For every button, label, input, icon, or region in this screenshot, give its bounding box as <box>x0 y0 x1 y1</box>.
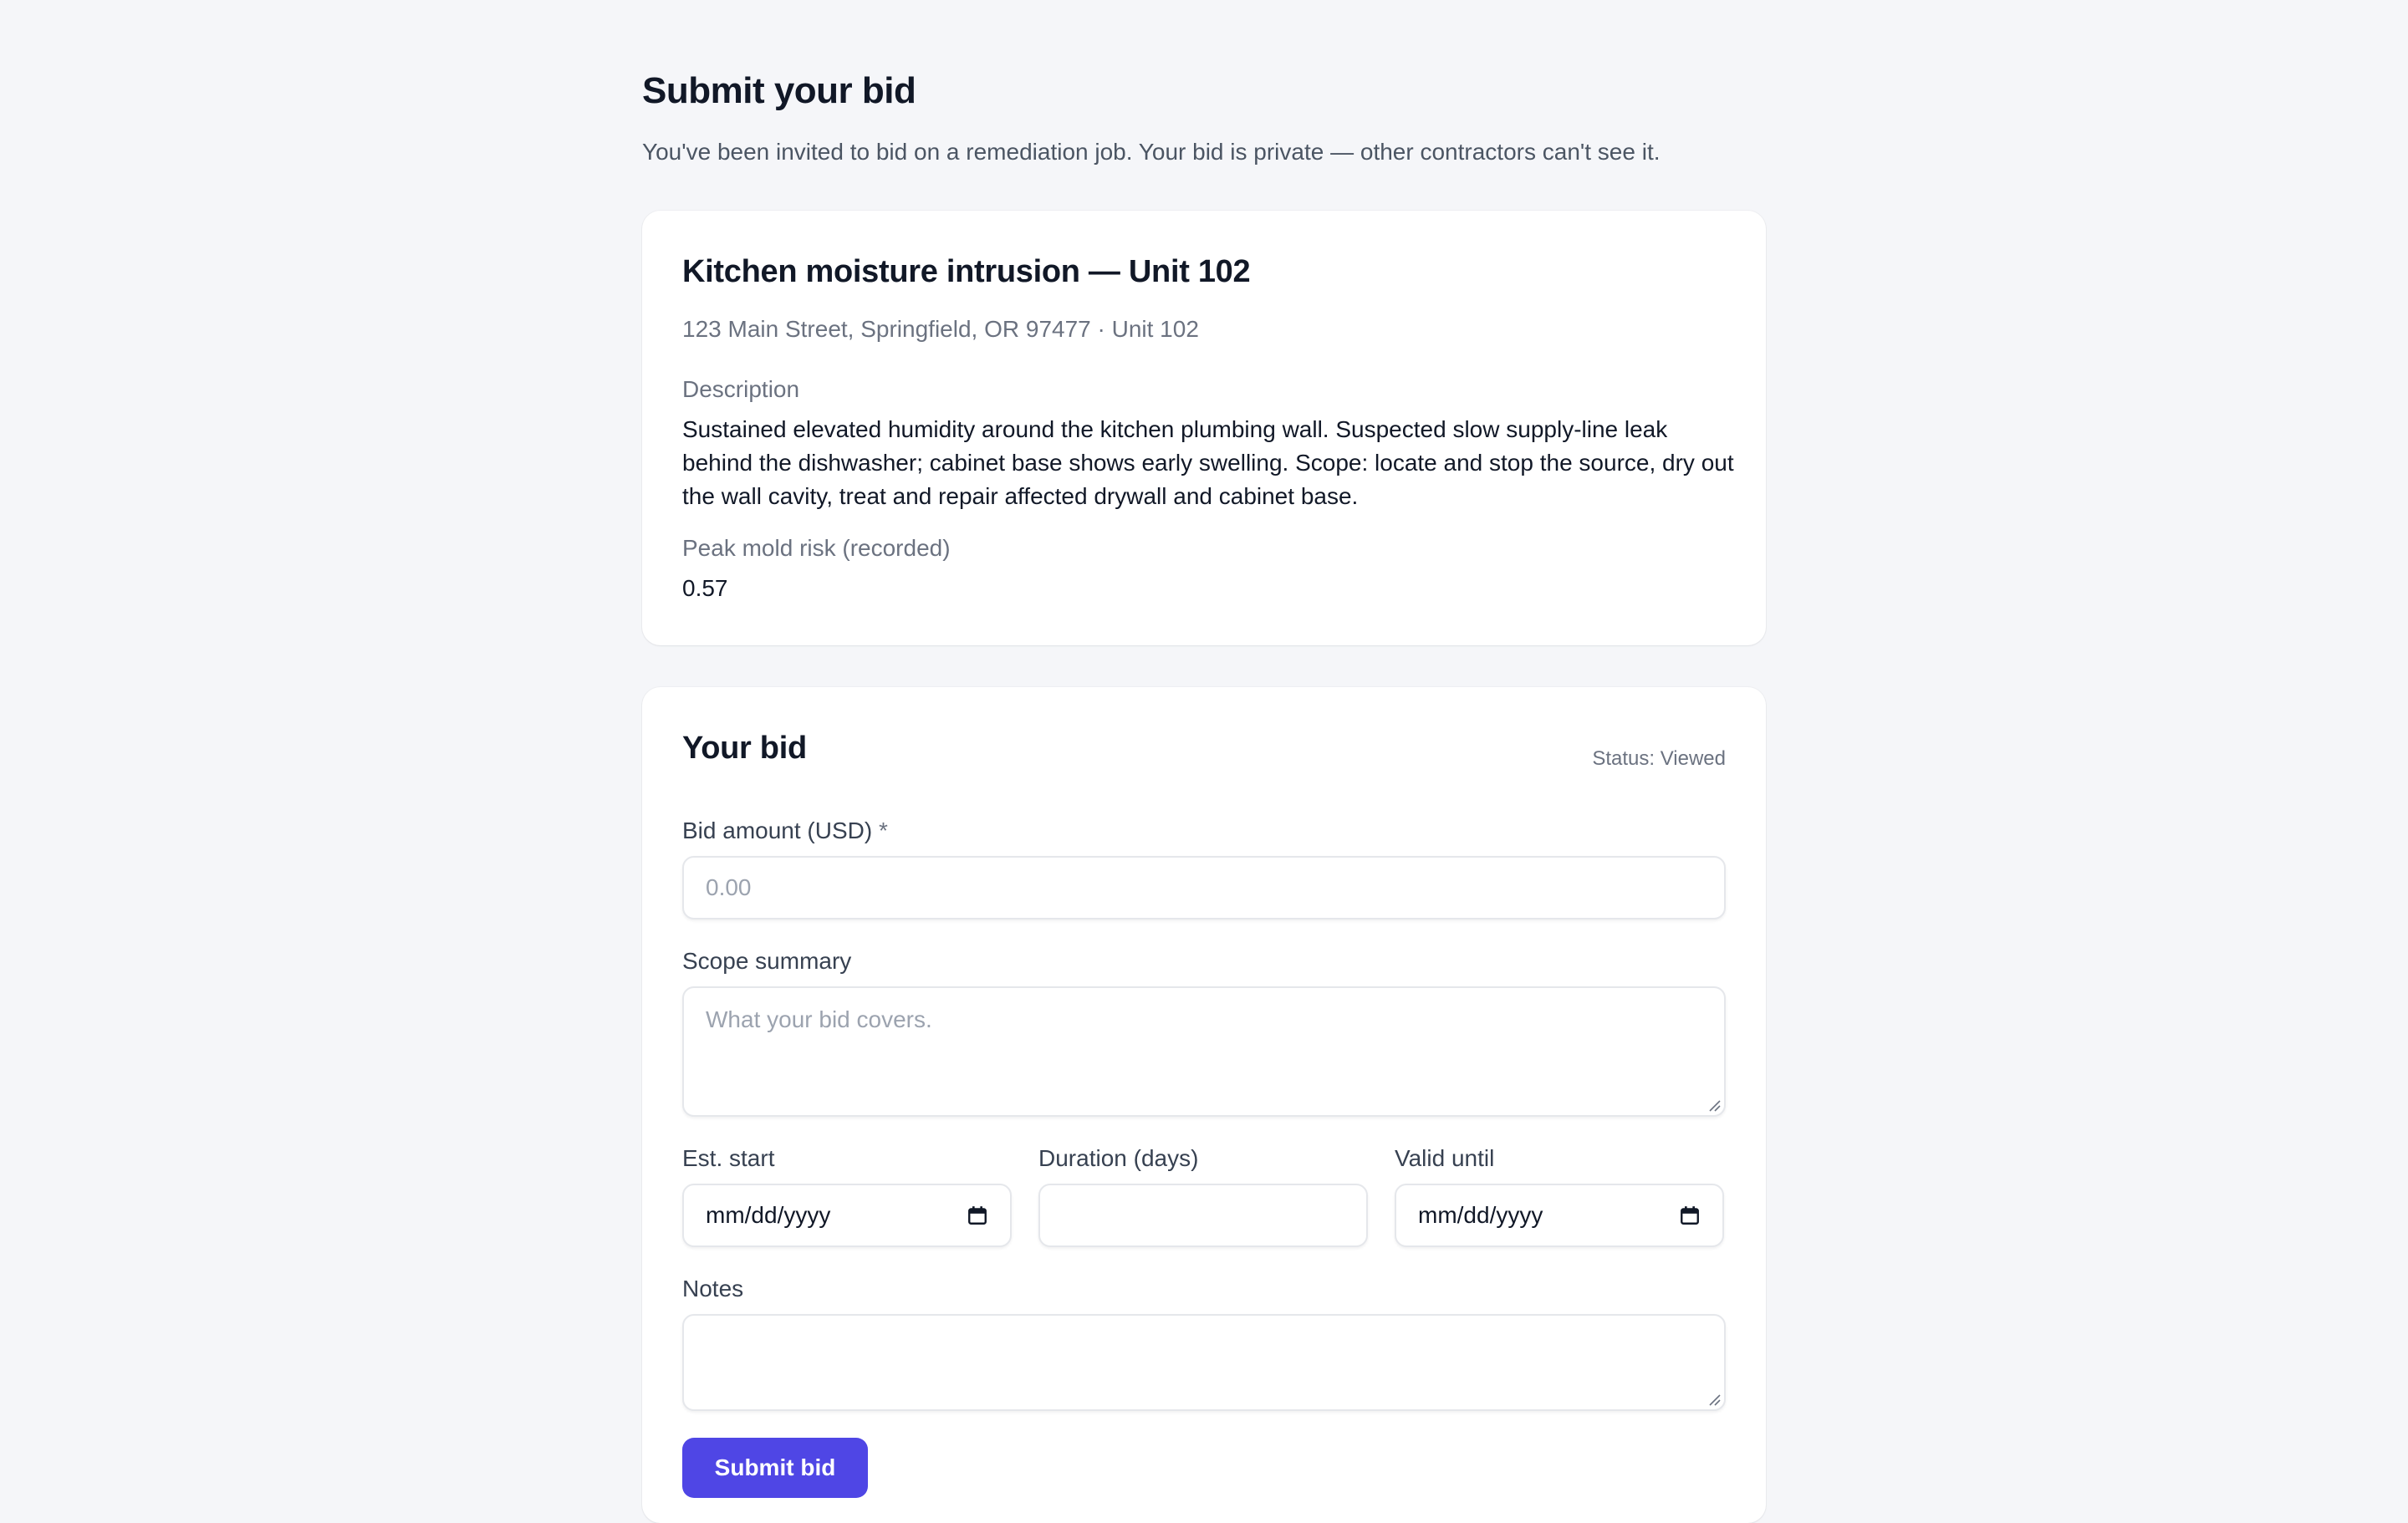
notes-textarea[interactable] <box>682 1314 1726 1411</box>
valid-until-label: Valid until <box>1395 1145 1495 1171</box>
duration-label: Duration (days) <box>1038 1145 1199 1171</box>
bid-amount-label: Bid amount (USD) * <box>682 818 888 844</box>
calendar-icon[interactable] <box>967 1205 988 1226</box>
resize-grip-icon[interactable] <box>1707 1393 1721 1406</box>
job-title: Kitchen moisture intrusion — Unit 102 <box>682 254 1251 289</box>
notes-label: Notes <box>682 1276 744 1301</box>
mold-risk-label: Peak mold risk (recorded) <box>682 535 951 561</box>
required-marker: * <box>878 818 888 843</box>
bid-status: Status: Viewed <box>1592 747 1726 770</box>
description-label: Description <box>682 376 800 402</box>
page-title: Submit your bid <box>642 70 916 111</box>
job-description: Sustained elevated humidity around the k… <box>682 416 1734 509</box>
bid-amount-input[interactable]: 0.00 <box>682 856 1726 919</box>
duration-input[interactable] <box>1038 1184 1368 1247</box>
scope-summary-textarea[interactable]: What your bid covers. <box>682 986 1726 1117</box>
mold-risk-value: 0.57 <box>682 575 728 601</box>
resize-grip-icon[interactable] <box>1707 1098 1721 1112</box>
est-start-label: Est. start <box>682 1145 775 1171</box>
bid-amount-placeholder: 0.00 <box>706 874 752 900</box>
est-start-value: mm/dd/yyyy <box>706 1202 831 1228</box>
est-start-input[interactable]: mm/dd/yyyy <box>682 1184 1012 1247</box>
valid-until-value: mm/dd/yyyy <box>1418 1202 1543 1228</box>
scope-summary-placeholder: What your bid covers. <box>706 1006 932 1032</box>
page-subtitle: You've been invited to bid on a remediat… <box>642 139 1661 165</box>
calendar-icon[interactable] <box>1679 1205 1701 1226</box>
job-address: 123 Main Street, Springfield, OR 97477 ·… <box>682 316 1199 342</box>
bid-title: Your bid <box>682 731 807 766</box>
scope-summary-label: Scope summary <box>682 948 852 974</box>
bid-amount-label-text: Bid amount (USD) <box>682 818 873 843</box>
submit-bid-button[interactable]: Submit bid <box>682 1438 868 1498</box>
valid-until-input[interactable]: mm/dd/yyyy <box>1395 1184 1724 1247</box>
